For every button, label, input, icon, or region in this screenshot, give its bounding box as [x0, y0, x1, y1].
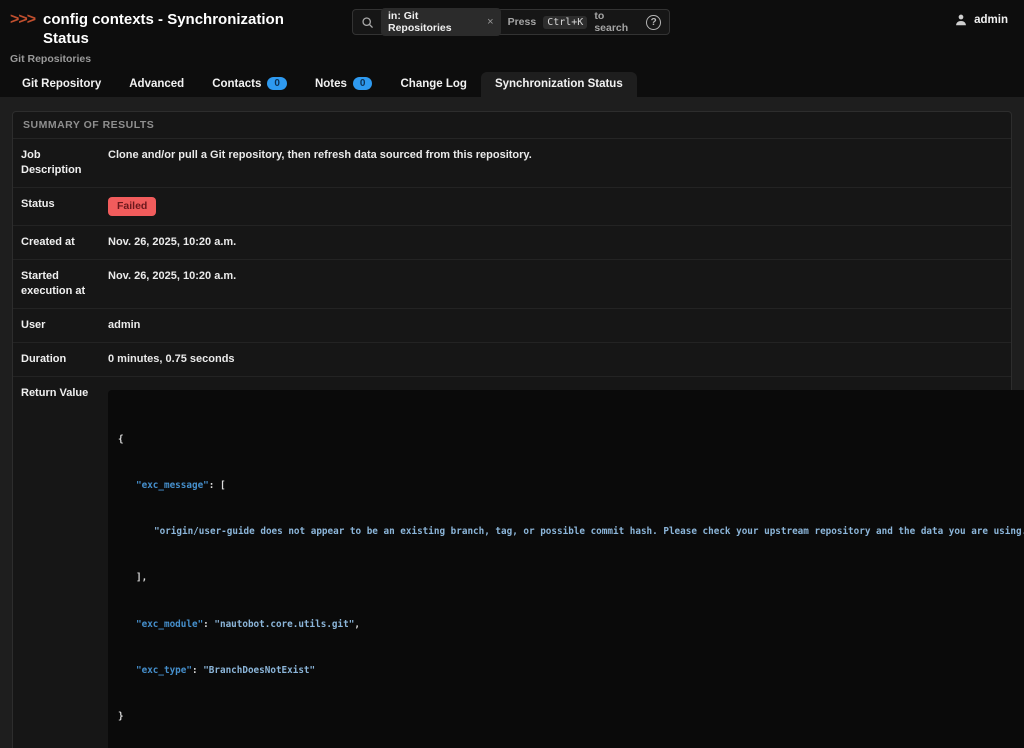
tab-label: Contacts [212, 78, 261, 90]
summary-row-status: Status Failed [13, 188, 1011, 226]
summary-row-created-at: Created at Nov. 26, 2025, 10:20 a.m. [13, 226, 1011, 260]
code-line: { [118, 432, 1024, 447]
username: admin [974, 14, 1008, 26]
tab-label: Change Log [400, 78, 466, 90]
field-value: 0 minutes, 0.75 seconds [101, 343, 1011, 376]
summary-panel: SUMMARY OF RESULTS Job Description Clone… [12, 111, 1012, 748]
tab-synchronization-status[interactable]: Synchronization Status [481, 72, 637, 97]
code-line: "origin/user-guide does not appear to be… [118, 524, 1024, 539]
field-value: admin [101, 309, 1011, 342]
tab-label: Synchronization Status [495, 78, 623, 90]
status-badge-failed: Failed [108, 197, 156, 216]
user-icon [954, 13, 968, 27]
help-icon[interactable]: ? [646, 15, 661, 30]
notes-count-badge: 0 [353, 77, 373, 90]
tab-change-log[interactable]: Change Log [386, 72, 480, 97]
search-hint-prefix: Press [508, 16, 537, 28]
page-title: config contexts - Synchronization Status [43, 10, 323, 48]
summary-row-duration: Duration 0 minutes, 0.75 seconds [13, 343, 1011, 377]
tab-bar: Git Repository Advanced Contacts 0 Notes… [8, 71, 637, 97]
field-label: Return Value [13, 377, 101, 748]
summary-row-started-at: Started execution at Nov. 26, 2025, 10:2… [13, 260, 1011, 309]
tab-notes[interactable]: Notes 0 [301, 71, 387, 97]
code-line: "exc_module": "nautobot.core.utils.git", [118, 617, 1024, 632]
search-icon [361, 16, 374, 29]
tab-label: Git Repository [22, 78, 101, 90]
user-menu[interactable]: admin [954, 13, 1008, 27]
summary-row-user: User admin [13, 309, 1011, 343]
search-kbd-shortcut: Ctrl+K [543, 16, 587, 29]
search-scope-pill: in: Git Repositories × [381, 8, 501, 36]
code-line: "exc_message": [ [118, 478, 1024, 493]
tab-advanced[interactable]: Advanced [115, 72, 198, 97]
top-bar: >>> config contexts - Synchronization St… [0, 0, 1024, 97]
search-bar[interactable]: in: Git Repositories × Press Ctrl+K to s… [352, 9, 670, 35]
search-hint-suffix: to search [594, 10, 639, 34]
tab-contacts[interactable]: Contacts 0 [198, 71, 301, 97]
code-line: ], [118, 570, 1024, 585]
remove-scope-icon[interactable]: × [487, 16, 493, 28]
field-label: User [13, 309, 101, 342]
nautobot-logo-icon[interactable]: >>> [10, 11, 35, 29]
field-label: Created at [13, 226, 101, 259]
code-line: } [118, 709, 1024, 724]
code-line: "exc_type": "BranchDoesNotExist" [118, 663, 1024, 678]
field-label: Duration [13, 343, 101, 376]
brand-block: >>> config contexts - Synchronization St… [10, 10, 323, 65]
field-value: Clone and/or pull a Git repository, then… [101, 139, 1011, 187]
field-value: Nov. 26, 2025, 10:20 a.m. [101, 226, 1011, 259]
summary-row-return-value: Return Value { "exc_message": [ "origin/… [13, 377, 1011, 748]
summary-panel-title: SUMMARY OF RESULTS [23, 119, 154, 131]
tab-label: Notes [315, 78, 347, 90]
main-content: SUMMARY OF RESULTS Job Description Clone… [0, 97, 1024, 748]
search-scope-label: in: Git Repositories [388, 10, 481, 34]
field-value: Nov. 26, 2025, 10:20 a.m. [101, 260, 1011, 308]
breadcrumb[interactable]: Git Repositories [10, 53, 323, 65]
field-label: Job Description [13, 139, 101, 187]
contacts-count-badge: 0 [267, 77, 287, 90]
summary-row-job-description: Job Description Clone and/or pull a Git … [13, 139, 1011, 188]
tab-git-repository[interactable]: Git Repository [8, 72, 115, 97]
field-label: Started execution at [13, 260, 101, 308]
field-label: Status [13, 188, 101, 225]
tab-label: Advanced [129, 78, 184, 90]
return-value-code-block: { "exc_message": [ "origin/user-guide do… [108, 390, 1024, 748]
